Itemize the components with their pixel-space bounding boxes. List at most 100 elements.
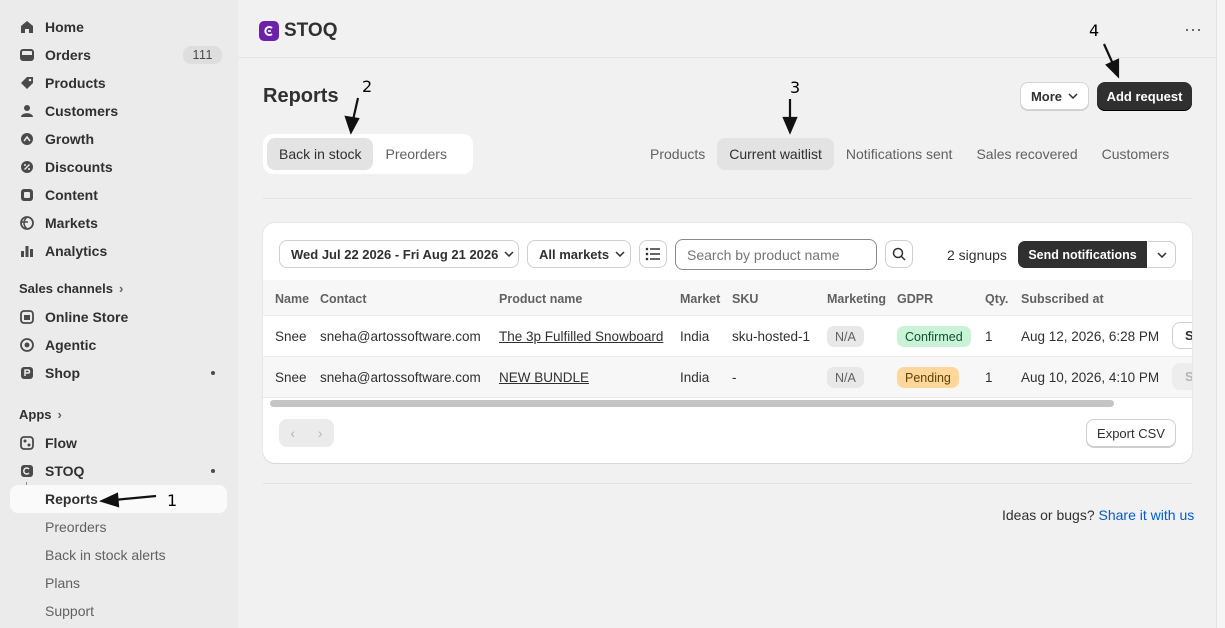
- sidebar-item-label: Products: [45, 75, 106, 91]
- cell-subscribed-at: Aug 10, 2026, 4:10 PM: [1021, 370, 1160, 385]
- sidebar-item-orders[interactable]: Orders 111: [10, 41, 227, 69]
- more-button[interactable]: More: [1020, 82, 1089, 110]
- tab-sales-recovered[interactable]: Sales recovered: [964, 138, 1089, 170]
- date-range-picker[interactable]: Wed Jul 22 2026 - Fri Aug 21 2026: [279, 240, 519, 268]
- cell-name: Snee: [275, 370, 307, 385]
- row-action-button[interactable]: S: [1172, 363, 1192, 390]
- sidebar-item-label: Support: [45, 603, 95, 619]
- column-header: Name: [275, 292, 310, 306]
- columns-button[interactable]: [639, 240, 667, 268]
- add-request-button[interactable]: Add request: [1097, 82, 1192, 111]
- column-header: Subscribed at: [1021, 292, 1104, 306]
- product-link[interactable]: The 3p Fulfilled Snowboard: [499, 329, 663, 344]
- stoq-menu-dot[interactable]: [211, 469, 215, 473]
- discount-icon: [19, 159, 35, 175]
- cell-sku: -: [732, 370, 737, 385]
- chevron-down-icon: [1156, 251, 1167, 258]
- sidebar-item-flow[interactable]: Flow: [10, 429, 227, 457]
- footer-text: Ideas or bugs?: [1002, 507, 1095, 523]
- sales-channels-title: Sales channels: [19, 281, 113, 296]
- sidebar-item-label: Back in stock alerts: [45, 547, 166, 563]
- tab-current-waitlist[interactable]: Current waitlist: [717, 138, 834, 170]
- app-name: STOQ: [284, 20, 338, 41]
- tag-icon: [19, 75, 35, 91]
- market-select[interactable]: All markets: [527, 240, 631, 268]
- tab-products[interactable]: Products: [638, 138, 717, 170]
- cell-qty: 1: [985, 370, 993, 385]
- column-header: Contact: [320, 292, 367, 306]
- column-header: Qty.: [985, 292, 1009, 306]
- sidebar-item-growth[interactable]: Growth: [10, 125, 227, 153]
- date-range-label: Wed Jul 22 2026 - Fri Aug 21 2026: [291, 246, 499, 262]
- sidebar-item-label: Discounts: [45, 159, 113, 175]
- apps-link[interactable]: Apps ›: [19, 407, 62, 422]
- product-link[interactable]: NEW BUNDLE: [499, 370, 589, 385]
- table-row: Snee sneha@artossoftware.com The 3p Fulf…: [263, 316, 1192, 357]
- stoq-logo-icon: [259, 21, 279, 41]
- sidebar-subitem-reports[interactable]: Reports: [10, 485, 227, 513]
- search-input[interactable]: [675, 239, 877, 270]
- person-icon: [19, 103, 35, 119]
- sidebar-item-label: STOQ: [45, 463, 85, 479]
- sales-channels-link[interactable]: Sales channels ›: [19, 281, 123, 296]
- agentic-icon: [19, 337, 35, 353]
- globe-icon: [19, 215, 35, 231]
- shop-icon: [19, 365, 35, 381]
- market-label: All markets: [539, 246, 610, 262]
- column-header: Market: [680, 292, 721, 306]
- annotation-number-2: 2: [362, 77, 373, 96]
- page-title: Reports: [263, 85, 339, 107]
- segment-preorders[interactable]: Preorders: [373, 138, 458, 170]
- table-horizontal-scrollbar[interactable]: [270, 400, 1114, 407]
- sidebar-item-content[interactable]: Content: [10, 181, 227, 209]
- search-button[interactable]: [885, 240, 913, 268]
- tab-customers[interactable]: Customers: [1090, 138, 1182, 170]
- content-icon: [19, 187, 35, 203]
- sidebar-item-analytics[interactable]: Analytics: [10, 237, 227, 265]
- sidebar-item-label: Flow: [45, 435, 77, 451]
- sidebar-subitem-back-in-stock-alerts[interactable]: Back in stock alerts: [10, 541, 227, 569]
- sidebar-item-label: Analytics: [45, 243, 108, 259]
- cell-market: India: [680, 370, 710, 385]
- sidebar-item-products[interactable]: Products: [10, 69, 227, 97]
- cell-market: India: [680, 329, 710, 344]
- signups-count: 2 signups: [947, 247, 1007, 263]
- store-icon: [19, 309, 35, 325]
- sidebar-item-shop[interactable]: Shop: [10, 359, 227, 387]
- chevron-down-icon: [1068, 93, 1078, 99]
- next-page-button[interactable]: ›: [307, 419, 335, 447]
- sidebar-item-label: Content: [45, 187, 98, 203]
- sidebar-item-agentic[interactable]: Agentic: [10, 331, 227, 359]
- sidebar-item-customers[interactable]: Customers: [10, 97, 227, 125]
- sidebar-item-markets[interactable]: Markets: [10, 209, 227, 237]
- report-tabs: Products Current waitlist Notifications …: [638, 138, 1181, 170]
- growth-icon: [19, 131, 35, 147]
- sidebar-item-stoq[interactable]: STOQ: [10, 457, 227, 485]
- column-header: Marketing: [827, 292, 887, 306]
- previous-page-button[interactable]: ‹: [279, 419, 307, 447]
- sidebar-subitem-preorders[interactable]: Preorders: [10, 513, 227, 541]
- orders-count-badge: 111: [183, 46, 222, 64]
- page-scrollbar[interactable]: [1216, 0, 1225, 628]
- more-actions-icon[interactable]: ⋯: [1184, 20, 1203, 41]
- gdpr-badge: Pending: [897, 367, 959, 388]
- sidebar-subitem-plans[interactable]: Plans: [10, 569, 227, 597]
- sidebar-item-discounts[interactable]: Discounts: [10, 153, 227, 181]
- sidebar-item-label: Customers: [45, 103, 119, 119]
- flow-icon: [19, 435, 35, 451]
- tab-notifications-sent[interactable]: Notifications sent: [834, 138, 965, 170]
- cell-name: Snee: [275, 329, 307, 344]
- annotation-number-4: 4: [1089, 21, 1100, 40]
- sidebar-item-online-store[interactable]: Online Store: [10, 303, 227, 331]
- send-notifications-button[interactable]: Send notifications: [1018, 241, 1147, 268]
- sidebar-item-label: Home: [45, 19, 84, 35]
- share-feedback-link[interactable]: Share it with us: [1099, 507, 1195, 523]
- row-action-button[interactable]: S: [1172, 322, 1192, 349]
- send-options-button[interactable]: [1148, 241, 1176, 268]
- shop-menu-dot[interactable]: [211, 371, 215, 375]
- export-csv-button[interactable]: Export CSV: [1086, 419, 1176, 447]
- sidebar-subitem-support[interactable]: Support: [10, 597, 227, 625]
- feedback-footer: Ideas or bugs? Share it with us: [1002, 507, 1194, 523]
- sidebar-item-home[interactable]: Home: [10, 13, 227, 41]
- segment-back-in-stock[interactable]: Back in stock: [267, 138, 374, 170]
